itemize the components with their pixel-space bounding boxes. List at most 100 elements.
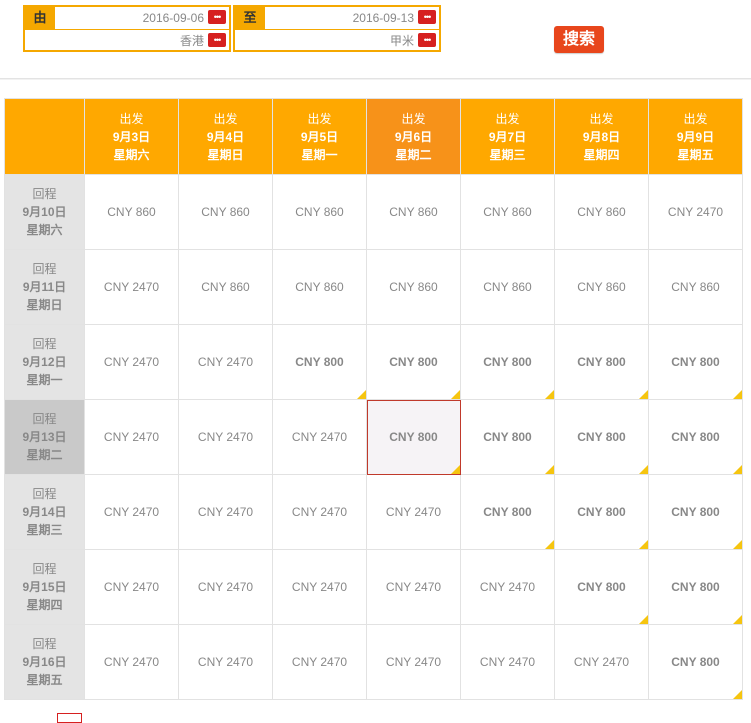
return-label: 回程 xyxy=(32,412,57,426)
fare-cell[interactable]: CNY 2470 xyxy=(178,624,273,700)
return-date: 9月16日 xyxy=(22,655,67,669)
calendar-icon[interactable] xyxy=(208,10,226,24)
from-label: 由 xyxy=(25,7,55,29)
depart-date: 9月6日 xyxy=(394,129,433,144)
fare-cell[interactable]: CNY 860 xyxy=(366,174,461,250)
fare-cell[interactable]: CNY 860 xyxy=(178,174,273,250)
fare-cell[interactable]: CNY 2470 xyxy=(366,624,461,700)
depart-date: 9月9日 xyxy=(676,129,715,144)
fare-cell[interactable]: CNY 2470 xyxy=(84,249,179,325)
depart-date-header[interactable]: 出发 9月4日 星期日 xyxy=(178,98,273,175)
origin-input[interactable]: 香港 xyxy=(180,30,204,52)
depart-label: 出发 xyxy=(401,111,426,126)
fare-cell[interactable]: CNY 2470 xyxy=(554,624,649,700)
return-date-header[interactable]: 回程 9月15日 星期四 xyxy=(4,549,85,625)
fare-cell[interactable]: CNY 860 xyxy=(554,249,649,325)
fare-cell[interactable]: CNY 800 xyxy=(648,549,743,625)
depart-weekday: 星期二 xyxy=(395,147,432,162)
fare-cell[interactable]: CNY 2470 xyxy=(648,174,743,250)
destination-row[interactable]: 甲米 xyxy=(235,30,439,52)
location-picker-icon[interactable] xyxy=(208,33,226,47)
fare-cell[interactable]: CNY 800 xyxy=(366,324,461,400)
depart-date-input[interactable]: 2016-09-06 xyxy=(143,7,204,29)
fare-cell[interactable]: CNY 800 xyxy=(648,399,743,475)
return-weekday: 星期一 xyxy=(26,373,63,387)
fare-cell[interactable]: CNY 800 xyxy=(460,324,555,400)
return-date: 9月15日 xyxy=(22,580,67,594)
fare-cell[interactable]: CNY 2470 xyxy=(84,324,179,400)
return-date: 9月10日 xyxy=(22,205,67,219)
search-button[interactable]: 搜索 xyxy=(554,26,604,53)
fare-cell[interactable]: CNY 800 xyxy=(460,399,555,475)
fare-cell[interactable]: CNY 860 xyxy=(272,174,367,250)
fare-cell[interactable]: CNY 2470 xyxy=(460,624,555,700)
fare-cell[interactable]: CNY 2470 xyxy=(178,399,273,475)
fare-cell[interactable]: CNY 800 xyxy=(554,399,649,475)
fare-cell[interactable]: CNY 2470 xyxy=(272,399,367,475)
fare-cell[interactable]: CNY 2470 xyxy=(272,624,367,700)
fare-cell[interactable]: CNY 2470 xyxy=(84,624,179,700)
depart-weekday: 星期五 xyxy=(677,147,714,162)
fare-cell[interactable]: CNY 800 xyxy=(554,474,649,550)
return-date-row: 回程 9月10日 星期六 CNY 860 CNY 860 CNY 860 CNY 860 CN… xyxy=(4,174,743,250)
fare-cell[interactable]: CNY 860 xyxy=(84,174,179,250)
fare-cell[interactable]: CNY 800 xyxy=(648,624,743,700)
fare-cell[interactable]: CNY 860 xyxy=(460,249,555,325)
fare-cell[interactable]: CNY 2470 xyxy=(460,549,555,625)
destination-field-group: 至 2016-09-13 甲米 xyxy=(233,5,441,52)
fare-cell[interactable]: CNY 860 xyxy=(460,174,555,250)
fare-cell[interactable]: CNY 2470 xyxy=(84,549,179,625)
fare-cell[interactable]: CNY 2470 xyxy=(366,549,461,625)
return-date-row[interactable]: 至 2016-09-13 xyxy=(235,7,439,30)
return-date-header[interactable]: 回程 9月12日 星期一 xyxy=(4,324,85,400)
depart-label: 出发 xyxy=(683,111,708,126)
return-date-row: 回程 9月12日 星期一 CNY 2470 CNY 2470 CNY 800 CNY 800… xyxy=(4,324,743,400)
fare-cell[interactable]: CNY 2470 xyxy=(178,549,273,625)
return-date-input[interactable]: 2016-09-13 xyxy=(353,7,414,29)
fare-cell[interactable]: CNY 2470 xyxy=(272,549,367,625)
depart-date-header[interactable]: 出发 9月3日 星期六 xyxy=(84,98,179,175)
return-date-header[interactable]: 回程 9月11日 星期日 xyxy=(4,249,85,325)
depart-date-header[interactable]: 出发 9月7日 星期三 xyxy=(460,98,555,175)
fare-cell[interactable]: CNY 800 xyxy=(648,474,743,550)
fare-cell[interactable]: CNY 800 xyxy=(366,399,461,475)
return-date-header[interactable]: 回程 9月16日 星期五 xyxy=(4,624,85,700)
fare-cell[interactable]: CNY 2470 xyxy=(272,474,367,550)
fare-cell[interactable]: CNY 800 xyxy=(272,324,367,400)
return-date: 9月13日 xyxy=(22,430,67,444)
return-weekday: 星期六 xyxy=(26,223,63,237)
return-date-header[interactable]: 回程 9月10日星期六 xyxy=(4,174,85,250)
fare-cell[interactable]: CNY 2470 xyxy=(84,474,179,550)
fare-cell[interactable]: CNY 860 xyxy=(272,249,367,325)
fare-cell[interactable]: CNY 800 xyxy=(554,324,649,400)
depart-date-header[interactable]: 出发 9月8日 星期四 xyxy=(554,98,649,175)
calendar-icon[interactable] xyxy=(418,10,436,24)
destination-input[interactable]: 甲米 xyxy=(390,30,414,52)
fare-cell[interactable]: CNY 860 xyxy=(178,249,273,325)
depart-date: 9月5日 xyxy=(300,129,339,144)
fare-cell[interactable]: CNY 2470 xyxy=(178,324,273,400)
fare-cell[interactable]: CNY 800 xyxy=(648,324,743,400)
fare-cell[interactable]: CNY 2470 xyxy=(84,399,179,475)
depart-date-row[interactable]: 由 2016-09-06 xyxy=(25,7,229,30)
fare-cell[interactable]: CNY 2470 xyxy=(178,474,273,550)
fare-cell[interactable]: CNY 860 xyxy=(366,249,461,325)
fare-cell[interactable]: CNY 860 xyxy=(554,174,649,250)
depart-date-header[interactable]: 出发 9月6日星期二 xyxy=(366,98,461,175)
fare-cell[interactable]: CNY 860 xyxy=(648,249,743,325)
depart-date: 9月3日 xyxy=(112,129,151,144)
origin-row[interactable]: 香港 xyxy=(25,30,229,52)
return-date-header[interactable]: 回程 9月13日 星期二 xyxy=(4,399,85,475)
return-date-header[interactable]: 回程 9月14日 星期三 xyxy=(4,474,85,550)
return-label: 回程 xyxy=(32,187,57,201)
return-weekday: 星期四 xyxy=(26,598,63,612)
return-date-row: 回程 9月14日 星期三 CNY 2470 CNY 2470 CNY 2470 CNY 24… xyxy=(4,474,743,550)
fare-cell[interactable]: CNY 800 xyxy=(460,474,555,550)
depart-date-header[interactable]: 出发 9月9日星期五 xyxy=(648,98,743,175)
location-picker-icon[interactable] xyxy=(418,33,436,47)
fare-cell[interactable]: CNY 2470 xyxy=(366,474,461,550)
depart-label: 出发 xyxy=(495,111,520,126)
return-label: 回程 xyxy=(32,487,57,501)
fare-cell[interactable]: CNY 800 xyxy=(554,549,649,625)
depart-date-header[interactable]: 出发 9月5日 星期一 xyxy=(272,98,367,175)
